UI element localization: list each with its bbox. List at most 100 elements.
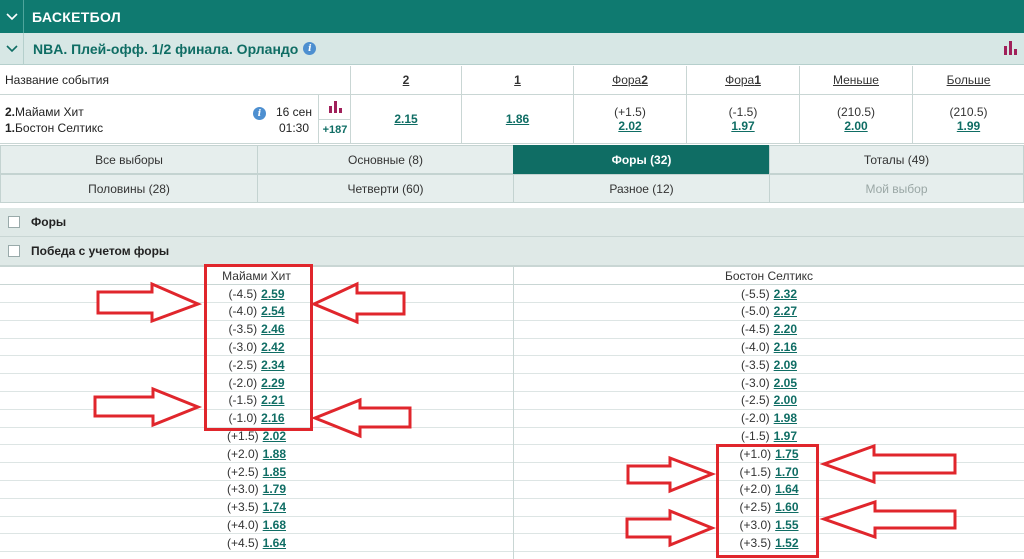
left-handicap: (+2.0)	[226, 446, 259, 461]
left-odd[interactable]: 1.79	[263, 482, 286, 496]
odd-2[interactable]: 2.15	[394, 112, 417, 126]
tab-totals[interactable]: Тоталы (49)	[769, 145, 1024, 174]
fora2-label[interactable]: Фора2	[612, 73, 648, 87]
more-header[interactable]: Больше	[912, 66, 1024, 94]
left-handicap-cell[interactable]: (+2.0) 1.88	[0, 445, 513, 462]
less-cell[interactable]: (210.5) 2.00	[799, 95, 912, 143]
left-handicap-cell[interactable]: (+3.0) 1.79	[0, 481, 513, 498]
right-handicap-cell[interactable]: (-5.0) 2.27	[514, 303, 1024, 320]
right-odd[interactable]: 1.98	[774, 411, 797, 425]
tab-halves[interactable]: Половины (28)	[0, 174, 258, 203]
fora2-cell[interactable]: (+1.5) 2.02	[573, 95, 686, 143]
left-handicap-cell[interactable]: (+4.0) 1.68	[0, 516, 513, 533]
team2-name[interactable]: Бостон Селтикс	[15, 121, 103, 135]
right-handicap: (-1.5)	[740, 428, 770, 443]
fora1-label[interactable]: Фора1	[725, 73, 761, 87]
right-odd[interactable]: 2.05	[774, 376, 797, 390]
left-odd[interactable]: 1.68	[263, 518, 286, 532]
less-odd[interactable]: 2.00	[844, 119, 867, 133]
more-cell[interactable]: (210.5) 1.99	[912, 95, 1024, 143]
right-odd[interactable]: 2.32	[774, 287, 797, 301]
stats-icon[interactable]	[1004, 41, 1018, 55]
left-odd[interactable]: 1.64	[263, 536, 286, 550]
more-label[interactable]: Больше	[947, 73, 991, 87]
right-handicap-cell[interactable]: (-1.5) 1.97	[514, 427, 1024, 444]
col-1-header[interactable]: 1	[461, 66, 573, 94]
table-row: (+3.5) 1.74 (+2.5) 1.60	[0, 499, 1024, 517]
left-odd[interactable]: 1.74	[263, 500, 286, 514]
right-handicap-cell[interactable]: (-2.5) 2.00	[514, 392, 1024, 409]
sport-header[interactable]: БАСКЕТБОЛ	[0, 0, 1024, 33]
col-2-header[interactable]: 2	[350, 66, 461, 94]
odd-2-cell[interactable]: 2.15	[350, 95, 461, 143]
left-odd[interactable]: 1.88	[263, 447, 286, 461]
right-handicap-cell[interactable]: (-4.0) 2.16	[514, 338, 1024, 355]
market-tabs: Все выборы Основные (8) Форы (32) Тоталы…	[0, 145, 1024, 205]
event-extras[interactable]: +187	[318, 95, 351, 144]
tab-quarters[interactable]: Четверти (60)	[257, 174, 514, 203]
col-1-label[interactable]: 1	[514, 73, 521, 87]
tab-all[interactable]: Все выборы	[0, 145, 258, 174]
info-icon[interactable]: i	[303, 42, 317, 55]
right-handicap-cell[interactable]: (-2.0) 1.98	[514, 410, 1024, 427]
right-handicap-cell[interactable]: (-5.5) 2.32	[514, 285, 1024, 302]
col-2-label[interactable]: 2	[403, 73, 410, 87]
section-fory[interactable]: Форы	[0, 208, 1024, 237]
left-handicap: (+4.5)	[226, 535, 259, 550]
left-handicap: (+4.0)	[226, 517, 259, 532]
right-handicap: (-2.0)	[740, 411, 770, 426]
league-header[interactable]: NBA. Плей-офф. 1/2 финала. Орландо i	[0, 32, 1024, 65]
right-odd[interactable]: 2.20	[774, 322, 797, 336]
right-handicap: (-5.0)	[740, 304, 770, 319]
odd-1[interactable]: 1.86	[506, 112, 529, 126]
left-odd[interactable]: 1.85	[263, 465, 286, 479]
right-odd[interactable]: 2.00	[774, 393, 797, 407]
odd-1-cell[interactable]: 1.86	[461, 95, 573, 143]
right-odd[interactable]: 1.97	[774, 429, 797, 443]
tab-main[interactable]: Основные (8)	[257, 145, 514, 174]
right-handicap: (-4.0)	[740, 339, 770, 354]
fora1-odd[interactable]: 1.97	[731, 119, 754, 133]
right-odd[interactable]: 2.16	[774, 340, 797, 354]
section-fory-label: Форы	[31, 215, 67, 229]
column-divider	[513, 266, 514, 559]
fora1-cell[interactable]: (-1.5) 1.97	[686, 95, 799, 143]
right-handicap-cell[interactable]: (-3.0) 2.05	[514, 374, 1024, 391]
more-odd[interactable]: 1.99	[957, 119, 980, 133]
chevron-down-icon[interactable]	[0, 32, 24, 65]
left-handicap-cell[interactable]: (+3.5) 1.74	[0, 499, 513, 516]
event-row: 2.Майами Хит 1.Бостон Селтикс i 16 сен 0…	[0, 95, 1024, 144]
right-handicap-cell[interactable]: (-4.5) 2.20	[514, 321, 1024, 338]
league-title: NBA. Плей-офф. 1/2 финала. Орландо	[33, 40, 299, 57]
left-handicap-cell[interactable]: (+4.5) 1.64	[0, 534, 513, 551]
table-row: (+1.5) 2.02 (-1.5) 1.97	[0, 427, 1024, 446]
tab-misc[interactable]: Разное (12)	[513, 174, 770, 203]
table-row: (-4.5) 2.59 (-5.5) 2.32	[0, 285, 1024, 303]
less-header[interactable]: Меньше	[799, 66, 912, 94]
right-odd[interactable]: 2.09	[774, 358, 797, 372]
fora1-handicap: (-1.5)	[728, 105, 758, 119]
more-markets-link[interactable]: +187	[319, 124, 351, 136]
left-handicap-cell[interactable]: (+2.5) 1.85	[0, 463, 513, 480]
highlight-box-left	[204, 264, 313, 431]
market-header-row: Название события 2 1 Фора2 Фора1 Меньше …	[0, 66, 1024, 95]
right-odd[interactable]: 2.27	[774, 304, 797, 318]
info-icon[interactable]: i	[253, 107, 266, 120]
chevron-down-icon[interactable]	[0, 0, 24, 33]
tab-handicaps[interactable]: Форы (32)	[513, 145, 770, 174]
right-handicap-cell[interactable]: (-3.5) 2.09	[514, 356, 1024, 373]
team2-number: 1.	[5, 121, 16, 135]
tab-my-choice[interactable]: Мой выбор	[769, 174, 1024, 203]
stats-icon[interactable]	[329, 101, 342, 113]
fora2-header[interactable]: Фора2	[573, 66, 686, 94]
right-handicap: (-3.5)	[740, 357, 770, 372]
less-label[interactable]: Меньше	[833, 73, 879, 87]
event-teams[interactable]: 2.Майами Хит 1.Бостон Селтикс	[5, 104, 103, 136]
team1-name[interactable]: Майами Хит	[15, 105, 84, 119]
section-pobeda[interactable]: Победа с учетом форы	[0, 237, 1024, 266]
fora2-odd[interactable]: 2.02	[618, 119, 641, 133]
checkbox-icon[interactable]	[8, 245, 20, 257]
checkbox-icon[interactable]	[8, 216, 20, 228]
table-row: (+3.0) 1.79 (+2.0) 1.64	[0, 481, 1024, 499]
fora1-header[interactable]: Фора1	[686, 66, 799, 94]
